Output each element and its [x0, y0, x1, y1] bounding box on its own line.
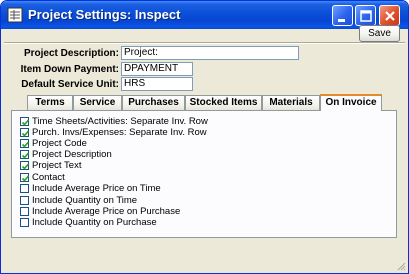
maximize-button[interactable]	[355, 5, 376, 26]
project-settings-window: Project Settings: Inspect Save Project D…	[0, 0, 409, 274]
checkmark-icon	[21, 130, 30, 137]
close-button[interactable]	[379, 5, 400, 26]
option-label: Contact	[32, 172, 65, 183]
option-label: Include Average Price on Purchase	[32, 206, 181, 217]
checkmark-icon	[21, 152, 30, 159]
title-bar[interactable]: Project Settings: Inspect	[1, 1, 408, 29]
checkbox-unchecked[interactable]	[20, 207, 29, 216]
minimize-icon	[338, 19, 345, 22]
option-label: Project Text	[32, 160, 82, 171]
checkmark-icon	[21, 141, 30, 148]
window-title: Project Settings: Inspect	[28, 7, 181, 22]
option-label: Include Average Price on Time	[32, 183, 161, 194]
tab-purchases[interactable]: Purchases	[122, 95, 185, 110]
close-icon	[385, 11, 395, 21]
option-label: Project Description	[32, 149, 112, 160]
project-description-field[interactable]: Project:	[121, 46, 299, 60]
checkmark-icon	[21, 175, 30, 182]
tab-on-invoice[interactable]: On Invoice	[320, 94, 382, 111]
tab-terms[interactable]: Terms	[27, 95, 73, 110]
checkbox-checked[interactable]	[20, 161, 30, 170]
resize-grip-icon[interactable]	[396, 261, 406, 271]
header-divider	[4, 42, 405, 44]
item-down-payment-field[interactable]: DPAYMENT	[121, 62, 193, 76]
default-service-unit-field[interactable]: HRS	[121, 77, 193, 91]
checkbox-checked[interactable]	[20, 150, 30, 159]
option-label: Purch. Invs/Expenses: Separate Inv. Row	[32, 127, 207, 138]
tab-service[interactable]: Service	[73, 95, 122, 110]
checkbox-checked[interactable]	[20, 139, 30, 148]
maximize-icon	[360, 10, 372, 22]
checkbox-checked[interactable]	[20, 173, 30, 182]
option-label: Include Quantity on Purchase	[32, 217, 157, 228]
option-label: Project Code	[32, 138, 87, 149]
save-button[interactable]: Save	[359, 25, 400, 42]
item-down-payment-label: Item Down Payment:	[20, 64, 119, 75]
checkbox-unchecked[interactable]	[20, 196, 29, 205]
default-service-unit-label: Default Service Unit:	[21, 79, 119, 90]
checkbox-unchecked[interactable]	[20, 218, 29, 227]
checkbox-checked[interactable]	[20, 117, 30, 126]
checkbox-checked[interactable]	[20, 128, 30, 137]
checkmark-icon	[21, 163, 30, 170]
project-description-label: Project Description:	[23, 48, 119, 59]
tab-materials[interactable]: Materials	[262, 95, 320, 110]
document-grid-icon	[7, 7, 23, 23]
option-label: Time Sheets/Activities: Separate Inv. Ro…	[32, 116, 208, 127]
option-label: Include Quantity on Time	[32, 195, 138, 206]
tab-stocked-items[interactable]: Stocked Items	[185, 95, 262, 110]
checkmark-icon	[21, 119, 30, 126]
checkbox-unchecked[interactable]	[20, 184, 29, 193]
minimize-button[interactable]	[332, 5, 353, 26]
